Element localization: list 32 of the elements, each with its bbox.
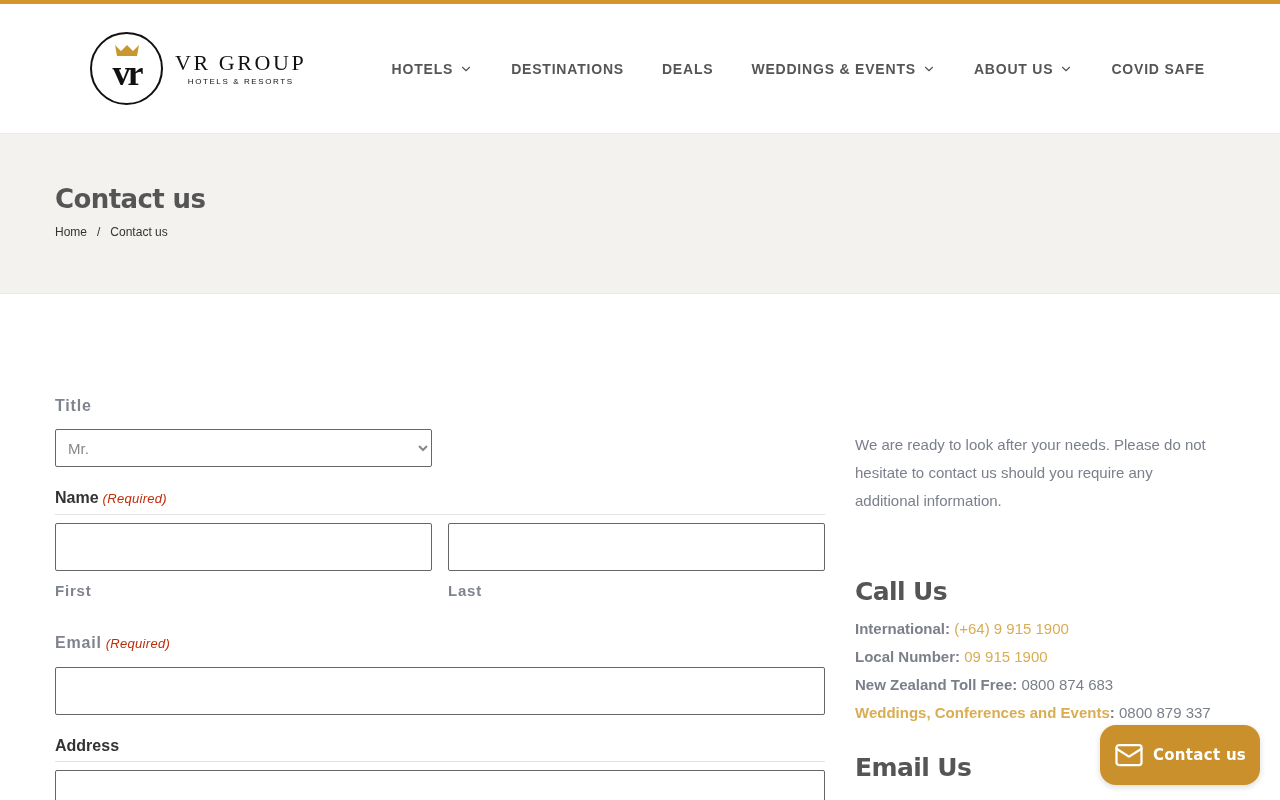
- field-label: Email (Required): [55, 633, 171, 653]
- section-heading: Email Us: [855, 753, 972, 783]
- logo-monogram: vr: [112, 56, 141, 90]
- name-field[interactable]: [448, 523, 825, 571]
- nav-link[interactable]: WEDDINGS & EVENTS: [751, 60, 936, 77]
- breadcrumb-separator: /: [97, 225, 101, 240]
- field-sublabel: Last: [448, 582, 483, 599]
- nav-link[interactable]: HOTELS: [391, 60, 474, 77]
- page-title: Contact us: [55, 184, 206, 216]
- breadcrumb-current: Contact us: [110, 225, 168, 240]
- field-label: Name (Required): [55, 488, 825, 515]
- logo-tagline: HOTELS & RESORTS: [187, 76, 294, 86]
- phone-line: Weddings, Conferences and Events: 0800 879 337: [855, 703, 1211, 723]
- field-label: Title: [55, 396, 92, 416]
- crown-icon: [113, 43, 140, 57]
- nav-link[interactable]: DESTINATIONS: [511, 60, 624, 77]
- phone-line: International: (+64) 9 915 1900: [855, 619, 1069, 639]
- title-select[interactable]: Mr.: [55, 429, 432, 467]
- field-label: Address: [55, 736, 825, 762]
- name-field[interactable]: [55, 523, 432, 571]
- phone-line: Local Number: 09 915 1900: [855, 647, 1048, 667]
- logo-emblem[interactable]: vr: [90, 32, 163, 105]
- intro-text: We are ready to look after your needs. Please do not hesitate to contact us should you require any additional information.: [855, 435, 1207, 511]
- nav-link[interactable]: COVID SAFE: [1111, 60, 1205, 77]
- nav-link[interactable]: ABOUT US: [973, 60, 1074, 77]
- field-sublabel: First: [55, 582, 92, 599]
- logo-wordmark[interactable]: VR GROUP: [175, 51, 307, 74]
- breadcrumb-link[interactable]: Home: [55, 225, 87, 240]
- section-heading: Call Us: [855, 577, 948, 607]
- phone-line: New Zealand Toll Free: 0800 874 683: [855, 675, 1114, 695]
- email-field[interactable]: [55, 667, 825, 715]
- nav-link[interactable]: DEALS: [661, 60, 714, 77]
